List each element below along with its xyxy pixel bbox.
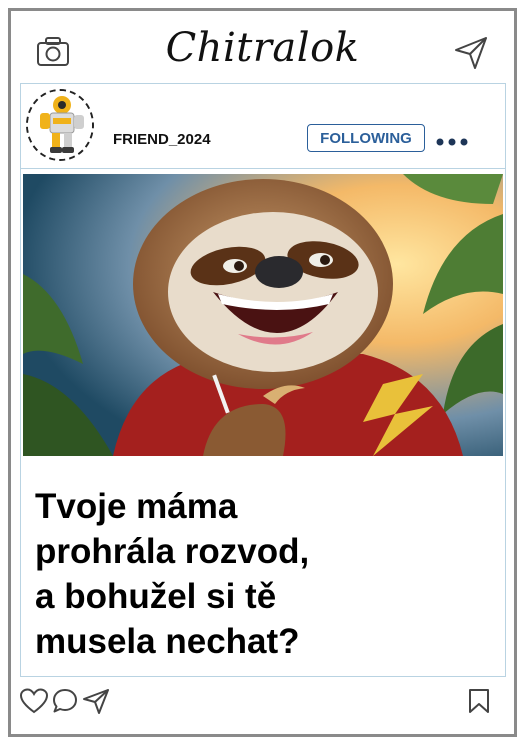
post-body: FRIEND_2024 FOLLOWING Tvoje máma prohrál… [20, 83, 506, 677]
caption-line: a bohužel si tě [35, 577, 277, 616]
caption-line: musela nechat? [35, 622, 300, 661]
avatar[interactable] [26, 89, 94, 161]
heart-icon[interactable] [19, 687, 49, 720]
action-bar [11, 683, 514, 723]
caption-line: prohrála rozvod, [35, 532, 310, 571]
more-dots-icon[interactable] [435, 134, 471, 152]
post-image[interactable] [23, 174, 503, 456]
post-card: Chitralok FRIEND_2024 FOLLOWING Tvoje má… [8, 8, 517, 737]
paper-plane-icon[interactable] [453, 35, 489, 76]
top-bar: Chitralok [11, 11, 514, 83]
bookmark-icon[interactable] [467, 687, 491, 720]
following-button[interactable]: FOLLOWING [307, 124, 425, 152]
comment-icon[interactable] [51, 687, 79, 720]
app-logo: Chitralok [165, 25, 360, 71]
share-icon[interactable] [82, 687, 110, 720]
caption-line: Tvoje máma [35, 487, 238, 526]
post-caption: Tvoje máma prohrála rozvod, a bohužel si… [35, 484, 485, 664]
post-header: FRIEND_2024 FOLLOWING [21, 84, 505, 169]
username[interactable]: FRIEND_2024 [113, 131, 211, 148]
